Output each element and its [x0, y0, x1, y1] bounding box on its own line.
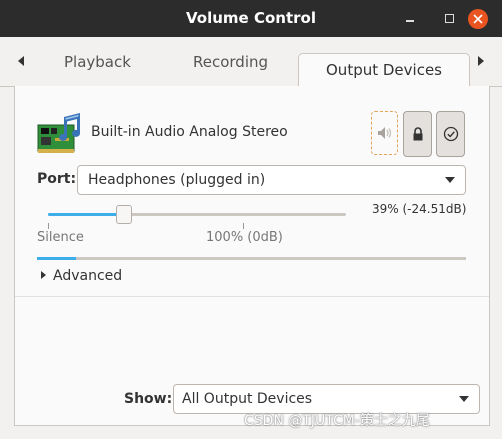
- default-check-icon[interactable]: [436, 111, 465, 157]
- volume-readout: 39% (-24.51dB): [372, 202, 467, 216]
- scale-tick-100: [243, 223, 244, 229]
- port-selected-value: Headphones (plugged in): [88, 172, 266, 188]
- watermark: CSDN @TJUTCM-策士之九尾: [244, 413, 430, 429]
- port-label: Port:: [37, 171, 77, 187]
- tab-scroll-left-icon[interactable]: [18, 56, 24, 66]
- device-name: Built-in Audio Analog Stereo: [91, 124, 288, 140]
- scale-label-silence: Silence: [37, 230, 84, 245]
- close-icon[interactable]: [468, 9, 488, 29]
- peak-level-meter-fill: [37, 257, 76, 260]
- tab-bar: Playback Recording Output Devices: [0, 37, 502, 88]
- chevron-right-icon: [41, 271, 46, 279]
- tab-playback[interactable]: Playback: [64, 53, 131, 71]
- maximize-icon[interactable]: [439, 9, 459, 29]
- port-dropdown[interactable]: Headphones (plugged in): [77, 165, 466, 195]
- show-label: Show:: [124, 391, 173, 407]
- tab-recording[interactable]: Recording: [193, 53, 268, 71]
- advanced-label: Advanced: [53, 268, 123, 284]
- chevron-down-icon: [459, 396, 469, 402]
- output-devices-panel: Built-in Audio Analog Stereo Port: Headp…: [14, 86, 490, 426]
- sound-card-icon: [37, 111, 85, 161]
- volume-slider-fill: [48, 213, 125, 216]
- title-bar: Volume Control: [0, 0, 502, 37]
- tab-scroll-right-icon[interactable]: [478, 56, 484, 66]
- show-selected-value: All Output Devices: [182, 391, 313, 407]
- tab-output-devices[interactable]: Output Devices: [298, 53, 470, 88]
- mute-speaker-icon[interactable]: [371, 111, 398, 155]
- advanced-expander[interactable]: Advanced: [41, 268, 122, 284]
- window-title: Volume Control: [186, 9, 316, 27]
- peak-level-meter: [37, 257, 466, 260]
- volume-slider-handle[interactable]: [116, 205, 133, 224]
- minimize-icon[interactable]: [400, 9, 420, 29]
- volume-slider[interactable]: [48, 205, 346, 224]
- lock-icon[interactable]: [403, 111, 432, 157]
- scale-tick-silence: [48, 223, 49, 229]
- scale-label-100: 100% (0dB): [206, 230, 283, 245]
- divider: [15, 296, 489, 297]
- chevron-down-icon: [445, 177, 455, 183]
